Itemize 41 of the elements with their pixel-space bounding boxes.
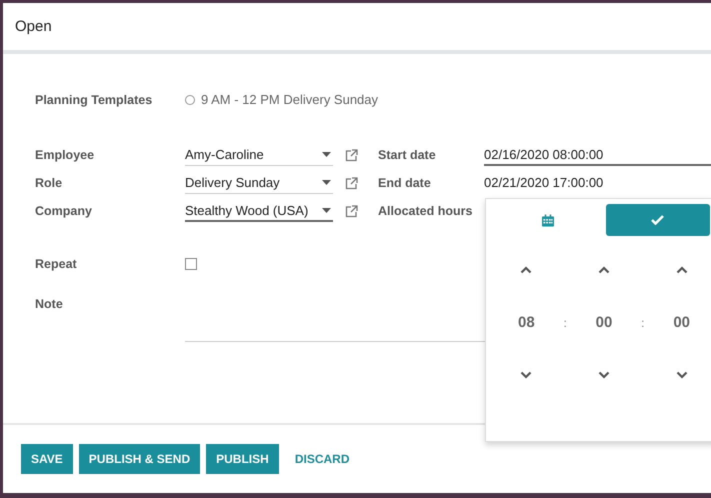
external-link-icon[interactable]	[345, 204, 358, 218]
chevron-up-icon[interactable]	[598, 266, 610, 274]
field-label: Allocated hours	[378, 204, 474, 218]
time-separator: :	[641, 316, 644, 330]
action-button[interactable]: PUBLISH & SEND	[78, 444, 200, 474]
time-value: 08	[518, 314, 535, 331]
calendar-icon[interactable]	[542, 214, 554, 226]
caret-icon	[322, 152, 331, 157]
external-link-icon[interactable]	[345, 176, 358, 190]
discard-link[interactable]: DISCARD	[284, 452, 360, 466]
field-label: Repeat	[35, 257, 78, 271]
radio-button[interactable]	[185, 94, 195, 104]
chevron-up-icon[interactable]	[676, 266, 688, 274]
caret-icon	[322, 180, 331, 185]
field-label: Employee	[35, 148, 96, 162]
checkmark-icon	[651, 215, 664, 225]
select-field[interactable]: Amy-Caroline	[185, 144, 333, 166]
dialog-title: Open	[15, 18, 52, 35]
chevron-up-icon[interactable]	[520, 266, 532, 274]
select-field[interactable]: Stealthy Wood (USA)	[185, 200, 333, 222]
radio-label[interactable]: 9 AM - 12 PM Delivery Sunday	[201, 92, 378, 107]
select-field[interactable]: Delivery Sunday	[185, 172, 333, 194]
external-link-icon[interactable]	[345, 148, 358, 162]
field-label: Start date	[378, 148, 437, 162]
checkbox[interactable]	[185, 258, 197, 270]
field-label: Planning Templates	[35, 92, 154, 106]
field-label: End date	[378, 176, 432, 190]
time-value: 00	[596, 314, 612, 331]
chevron-down-icon[interactable]	[676, 371, 688, 379]
action-button[interactable]: PUBLISH	[206, 444, 279, 474]
caret-icon	[322, 208, 331, 212]
date-field[interactable]: 02/16/2020 08:00:00	[484, 144, 711, 166]
chevron-down-icon[interactable]	[520, 371, 532, 379]
field-label: Company	[35, 204, 93, 218]
action-button[interactable]: SAVE	[21, 444, 73, 474]
field-label: Role	[35, 176, 64, 190]
date-field[interactable]: 02/21/2020 17:00:00	[484, 172, 711, 194]
chevron-down-icon[interactable]	[598, 371, 610, 379]
time-value: 00	[673, 314, 690, 331]
time-separator: :	[564, 316, 567, 330]
field-label: Note	[35, 297, 64, 311]
